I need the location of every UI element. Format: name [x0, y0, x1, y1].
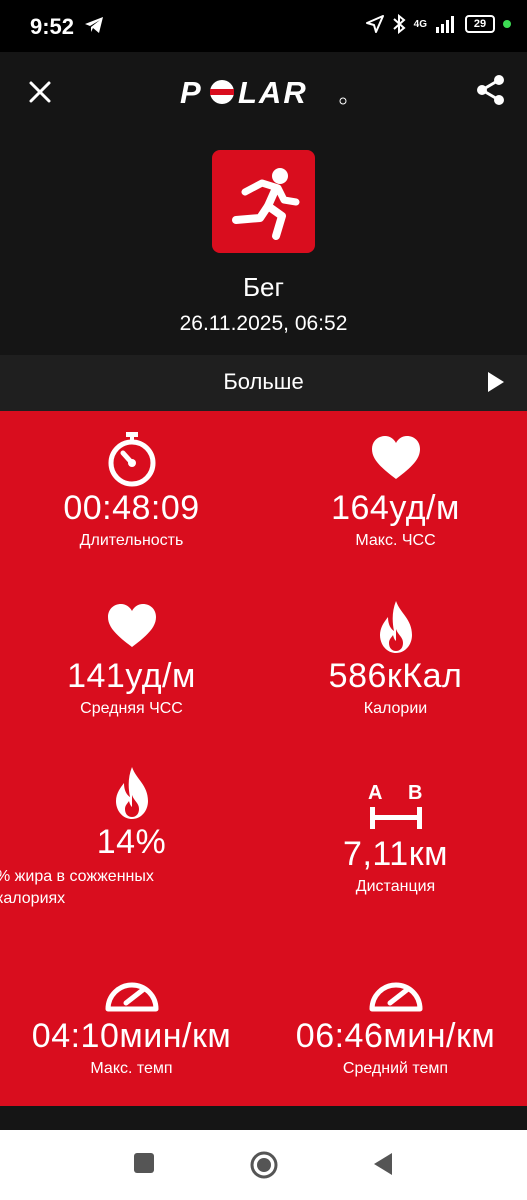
network-type: 4G — [413, 18, 427, 30]
bluetooth-icon — [392, 14, 406, 34]
stat-label: Дистанция — [355, 878, 436, 895]
privacy-dot — [503, 20, 511, 28]
svg-text:LAR: LAR — [238, 76, 308, 108]
stat-label: Длительность — [79, 532, 184, 549]
stat-label: Калории — [363, 700, 428, 717]
play-arrow-icon — [488, 372, 504, 392]
stat-value: 00:48:09 — [63, 489, 200, 527]
stat-label: % жира в сожженных калориях — [0, 868, 154, 907]
app-bar: P LAR — [0, 52, 527, 132]
session-datetime: 26.11.2025, 06:52 — [179, 312, 348, 335]
more-label: Больше — [223, 369, 304, 394]
stat-value: 06:46мин/км — [295, 1017, 496, 1055]
speedometer-icon — [369, 982, 422, 1012]
stats-panel: 00:48:09 Длительность 164уд/м Макс. ЧСС … — [0, 411, 527, 1106]
sport-name: Бег — [242, 272, 284, 302]
stat-avg-pace: 06:46мин/км Средний темп — [264, 971, 527, 1078]
stat-calories: 586кКал Калории — [264, 599, 527, 718]
status-icons: 4G 29 — [365, 14, 511, 34]
more-button[interactable]: Больше — [0, 355, 527, 411]
status-time: 9:52 — [30, 14, 75, 39]
svg-text:B: B — [408, 782, 422, 804]
stat-value: 586кКал — [328, 657, 463, 695]
stat-max-pace: 04:10мин/км Макс. темп — [0, 971, 263, 1078]
stat-duration: 00:48:09 Длительность — [0, 431, 263, 550]
stat-value: 04:10мин/км — [31, 1017, 232, 1055]
back-button[interactable] — [372, 1152, 394, 1176]
heart-icon — [107, 604, 156, 647]
svg-text:P: P — [180, 76, 203, 108]
heart-icon — [371, 436, 420, 479]
stat-label: Средний темп — [342, 1060, 449, 1077]
stat-fat-burn: 14% % жира в сожженных калориях — [0, 765, 263, 910]
stat-label: Средняя ЧСС — [80, 700, 183, 717]
stat-value: 164уд/м — [331, 489, 460, 527]
status-bar: 9:52 4G 29 — [0, 0, 527, 52]
stat-avg-hr: 141уд/м Средняя ЧСС — [0, 599, 263, 718]
recents-button[interactable] — [133, 1152, 155, 1174]
telegram-icon — [85, 17, 103, 33]
battery-indicator: 29 — [465, 15, 495, 33]
home-button[interactable] — [249, 1150, 279, 1180]
svg-text:A: A — [368, 782, 382, 804]
polar-logo: P LAR — [180, 76, 347, 108]
running-person-icon — [212, 150, 315, 253]
location-arrow-icon — [365, 15, 384, 33]
stat-max-hr: 164уд/м Макс. ЧСС — [264, 431, 527, 550]
next-section-edge — [0, 1106, 527, 1130]
session-header: Бег 26.11.2025, 06:52 — [0, 132, 527, 355]
signal-icon — [436, 16, 454, 33]
speedometer-icon — [105, 982, 158, 1012]
stopwatch-icon — [108, 432, 155, 487]
stat-value: 14% — [96, 823, 167, 861]
stat-distance: A B 7,11км Дистанция — [264, 781, 527, 896]
flame-icon — [379, 601, 412, 653]
stat-value: 141уд/м — [67, 657, 196, 695]
stat-value: 7,11км — [343, 835, 448, 873]
close-icon[interactable] — [22, 74, 58, 110]
distance-ab-icon: A B — [368, 782, 422, 829]
stat-label: Макс. ЧСС — [355, 532, 436, 549]
system-nav-bar — [0, 1130, 527, 1200]
share-icon[interactable] — [473, 72, 509, 108]
stat-label: Макс. темп — [90, 1060, 173, 1077]
flame-icon — [115, 767, 148, 819]
